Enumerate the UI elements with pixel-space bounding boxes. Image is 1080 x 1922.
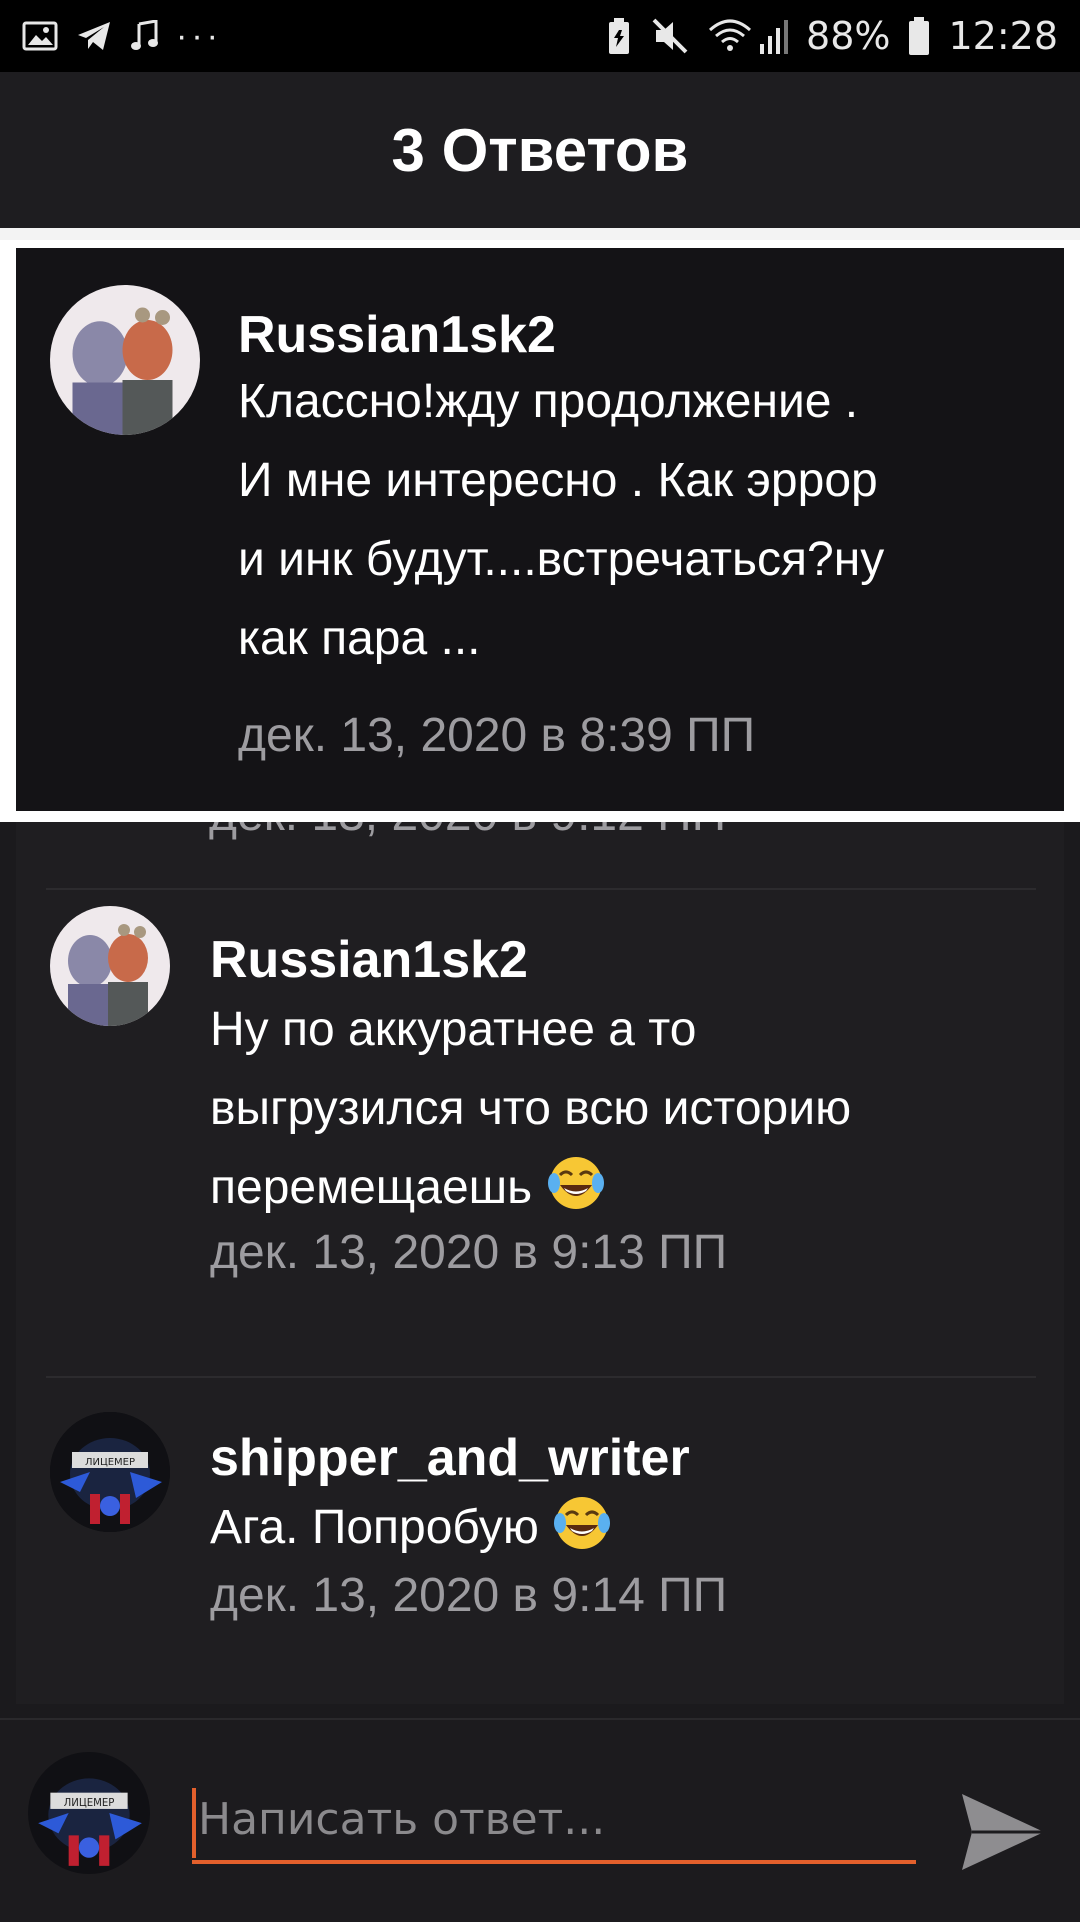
header: 3 Ответов (0, 72, 1080, 228)
avatar-image-icon (50, 285, 200, 435)
comment-item[interactable]: Russian1sk2 Ну по аккуратнее а то выгруз… (16, 890, 1064, 1378)
tears-of-joy-emoji-icon (554, 1497, 611, 1549)
comment-author[interactable]: shipper_and_writer (210, 1428, 690, 1488)
avatar-image-icon: ЛИЦЕМЕР (28, 1752, 150, 1874)
highlighted-comment[interactable]: Russian1sk2 Классно!жду продолжение . И … (16, 248, 1064, 811)
battery-saver-icon (609, 18, 630, 54)
comment-date: дек. 13, 2020 в 9:13 ПП (210, 1226, 728, 1279)
comment-text: Ага. Попробую (210, 1488, 1010, 1567)
comment-date: дек. 13, 2020 в 8:39 ПП (238, 709, 756, 762)
avatar[interactable] (50, 285, 200, 435)
telegram-icon (78, 22, 110, 50)
comment-line: Ага. Попробую (210, 1488, 1010, 1567)
music-note-icon (131, 20, 158, 50)
comment-text: Классно!жду продолжение . И мне интересн… (238, 362, 1048, 678)
battery-icon (909, 17, 930, 55)
avatar[interactable] (50, 906, 170, 1026)
avatar-image-icon (50, 906, 170, 1026)
comment-line-text: перемещаешь (210, 1161, 533, 1214)
comment-line: как пара ... (238, 612, 481, 665)
svg-text:ЛИЦЕМЕР: ЛИЦЕМЕР (85, 1457, 135, 1468)
comment-date: дек. 13, 2020 в 9:14 ПП (210, 1569, 728, 1622)
comment-line: И мне интересно . Как эррор (238, 454, 878, 507)
mute-icon (652, 18, 688, 54)
comment-line: выгрузился что всю историю (210, 1082, 852, 1135)
tears-of-joy-emoji-icon (547, 1157, 604, 1209)
highlighted-comment-frame: Russian1sk2 Классно!жду продолжение . И … (0, 240, 1080, 822)
comment-text: Ну по аккуратнее а то выгрузился что всю… (210, 990, 1010, 1227)
gallery-icon (22, 21, 58, 51)
page-title: 3 Ответов (391, 116, 689, 184)
comment-author[interactable]: Russian1sk2 (210, 930, 528, 990)
clock: 12:28 (948, 14, 1058, 58)
battery-percent: 88% (806, 14, 891, 58)
avatar[interactable]: ЛИЦЕМЕР (50, 1412, 170, 1532)
status-bar-right: 88% 12:28 (606, 14, 1058, 58)
status-bar-left: ··· (22, 17, 222, 56)
text-caret (192, 1788, 196, 1858)
comment-item[interactable]: ЛИЦЕМЕР shipper_and_writer Ага. Попробую… (16, 1378, 1064, 1704)
status-bar: ··· 88% 12:28 (0, 0, 1080, 72)
svg-text:ЛИЦЕМЕР: ЛИЦЕМЕР (64, 1798, 115, 1809)
current-user-avatar[interactable]: ЛИЦЕМЕР (28, 1752, 150, 1874)
wifi-signal-icon (709, 19, 789, 54)
comment-line: и инк будут....встречаться?ну (238, 533, 885, 586)
comment-line-text: Ага. Попробую (210, 1501, 539, 1554)
comment-line: перемещаешь (210, 1148, 1010, 1227)
send-icon[interactable] (958, 1790, 1048, 1874)
avatar-image-icon: ЛИЦЕМЕР (50, 1412, 170, 1532)
comment-line: Классно!жду продолжение . (238, 375, 859, 428)
comment-line: Ну по аккуратнее а то (210, 1003, 697, 1056)
header-divider (0, 228, 1080, 240)
more-notifications-icon: ··· (176, 16, 222, 55)
comment-author[interactable]: Russian1sk2 (238, 305, 556, 365)
reply-bar: ЛИЦЕМЕР (0, 1718, 1080, 1922)
reply-input[interactable] (192, 1778, 916, 1864)
